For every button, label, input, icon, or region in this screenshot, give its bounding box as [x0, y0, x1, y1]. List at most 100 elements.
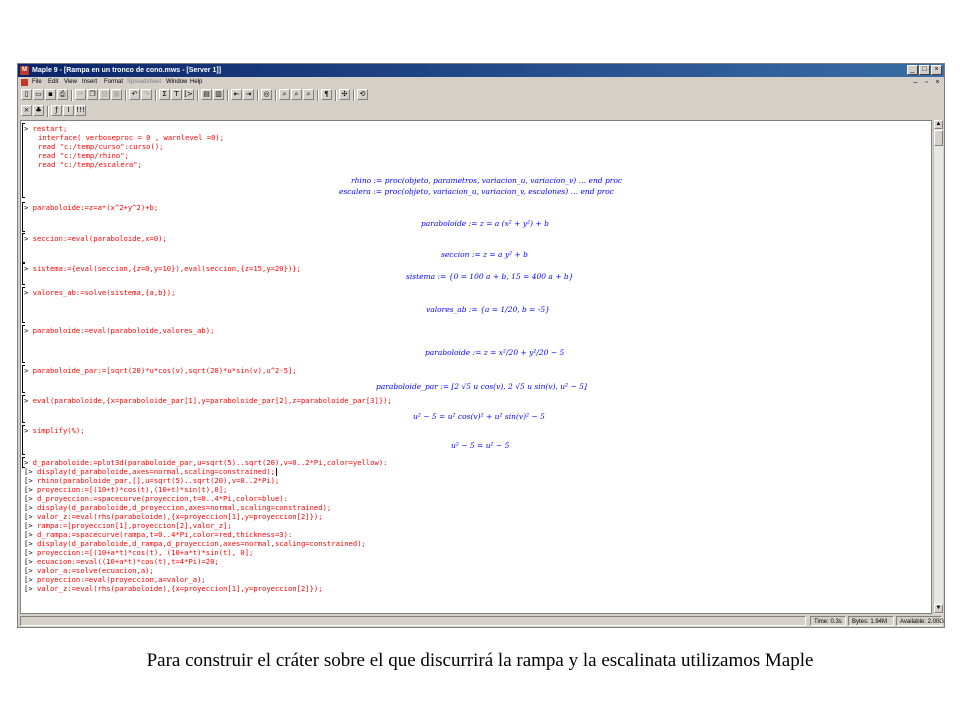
- input-line[interactable]: > paraboloide:=eval(paraboloide,valores_…: [24, 326, 214, 335]
- insert-icon[interactable]: ▤: [201, 89, 212, 100]
- input-line[interactable]: [> display(d_paraboloide,axes=normal,sca…: [24, 467, 277, 476]
- input-line[interactable]: read "c:/temp/rhino";: [38, 151, 129, 160]
- maple-leaf-icon[interactable]: M: [20, 66, 29, 75]
- menu-edit[interactable]: Edit: [48, 77, 58, 88]
- menu-spreadsheet[interactable]: Spreadsheet: [127, 77, 161, 88]
- output-paraboloide: paraboloide := z = a (x² + y²) + b: [421, 219, 549, 228]
- open-icon[interactable]: ▭: [33, 89, 44, 100]
- input-line[interactable]: > paraboloide_par:=[sqrt(20)*u*cos(v),sq…: [24, 366, 297, 375]
- pilcrow-icon[interactable]: ¶: [321, 89, 332, 100]
- expand-icon[interactable]: ✣: [339, 89, 350, 100]
- save-icon[interactable]: ▪: [45, 89, 56, 100]
- stop-icon[interactable]: ◎: [261, 89, 272, 100]
- menu-view[interactable]: View: [64, 77, 77, 88]
- input-line[interactable]: [> d_proyeccion:=spacecurve(proyeccion,t…: [24, 494, 288, 503]
- input-line[interactable]: read "c:/temp/curso":curso();: [38, 142, 164, 151]
- paste-special-icon[interactable]: ▦: [111, 89, 122, 100]
- doc-restore-icon[interactable]: ▫: [922, 78, 931, 87]
- bracket-icon[interactable]: [>: [183, 89, 194, 100]
- title-bar: M Maple 9 - [Rampa en un tronco de cono.…: [18, 64, 944, 77]
- status-bytes: Bytes: 1.94M: [848, 616, 894, 626]
- output-eval: u² − 5 = u² cos(v)² + u² sin(v)² − 5: [413, 412, 545, 421]
- menu-insert[interactable]: Insert: [82, 77, 97, 88]
- undo-icon[interactable]: ↶: [129, 89, 140, 100]
- close-button[interactable]: ×: [931, 65, 942, 75]
- input-line[interactable]: [> valor_z:=eval(rhs(paraboloide),{x=pro…: [24, 584, 323, 593]
- status-time: Time: 0.3s: [810, 616, 846, 626]
- status-bar: Time: 0.3s Bytes: 1.94M Available: 2.00G: [18, 615, 944, 627]
- new-file-icon[interactable]: ▯: [21, 89, 32, 100]
- scroll-down-icon[interactable]: ▼: [934, 604, 943, 613]
- menu-help[interactable]: Help: [190, 77, 202, 88]
- f-x-icon[interactable]: ƒ: [51, 105, 62, 116]
- input-line[interactable]: [> proyeccion:=[(10+a*t)*cos(t), (10+a*t…: [24, 548, 253, 557]
- menu-format[interactable]: Format: [104, 77, 123, 88]
- input-line[interactable]: interface( verboseproc = 0 , warnlevel =…: [38, 133, 224, 142]
- input-line[interactable]: [> ecuacion:=eval((10+a*t)*cos(t),t=4*Pi…: [24, 557, 219, 566]
- output-paraboloide-eval: paraboloide := z = x²/20 + y²/20 − 5: [425, 348, 565, 357]
- document-icon[interactable]: [21, 79, 28, 86]
- outdent-icon[interactable]: ⇤: [231, 89, 242, 100]
- minimize-button[interactable]: _: [907, 65, 918, 75]
- zoom-400-icon[interactable]: ⌕: [303, 89, 314, 100]
- output-simplify: u² − 5 = u² − 5: [451, 441, 510, 450]
- status-available: Available: 2.00G: [896, 616, 944, 626]
- context-toolbar: × ♣ ƒ I !!!: [18, 104, 944, 119]
- input-line[interactable]: > simplify(%);: [24, 426, 85, 435]
- output-escalera: escalera := proc(objeto, variacion_u, va…: [339, 187, 615, 196]
- input-line[interactable]: > sistema:={eval(seccion,{z=0,y=10}),eva…: [24, 264, 301, 273]
- doc-close-icon[interactable]: ×: [933, 78, 942, 87]
- zoom-200-icon[interactable]: ⌕: [291, 89, 302, 100]
- slide-caption: Para construir el cráter sobre el que di…: [146, 650, 814, 671]
- main-toolbar: ▯ ▭ ▪ ⎙ ✂ ❐ ▤ ▦ ↶ ↷ Σ T [> ▤ ▥ ⇤ ⇥ ◎ ⌕ ⌕…: [18, 88, 944, 103]
- input-line[interactable]: read "c:/temp/escalera";: [38, 160, 142, 169]
- text-T-icon[interactable]: T: [171, 89, 182, 100]
- input-line[interactable]: [> proyeccion:=[(10+t)*cos(t),(10+t)*sin…: [24, 485, 227, 494]
- output-paraboloide-par: paraboloide_par := [2 √5 u cos(v), 2 √5 …: [376, 382, 587, 391]
- input-line[interactable]: > d_paraboloide:=plot3d(paraboloide_par,…: [24, 458, 388, 467]
- input-line[interactable]: [> rhino(paraboloide_par,[],u=sqrt(5)..s…: [24, 476, 279, 485]
- expand-section-icon[interactable]: ⇥: [243, 89, 254, 100]
- cut-icon[interactable]: ✂: [75, 89, 86, 100]
- window-title: Maple 9 - [Rampa en un tronco de cono.mw…: [32, 67, 222, 74]
- input-line[interactable]: > eval(paraboloide,{x=paraboloide_par[1]…: [24, 396, 392, 405]
- output-seccion: seccion := z = a y² + b: [441, 250, 528, 259]
- close-icon[interactable]: ×: [21, 105, 32, 116]
- sigma-icon[interactable]: Σ: [159, 89, 170, 100]
- input-line[interactable]: [> rampa:=[proyeccion[1],proyeccion[2],v…: [24, 521, 232, 530]
- menu-file[interactable]: File: [32, 77, 42, 88]
- vertical-scrollbar[interactable]: ▲ ▼: [933, 120, 943, 614]
- input-line[interactable]: > seccion:=eval(paraboloide,x=0);: [24, 234, 167, 243]
- scroll-thumb[interactable]: [934, 130, 943, 146]
- output-sistema: sistema := {0 = 100 a + b, 15 = 400 a + …: [406, 272, 574, 281]
- copy-icon[interactable]: ❐: [87, 89, 98, 100]
- status-message: [20, 616, 806, 626]
- text-cursor: [275, 468, 277, 476]
- input-line[interactable]: > valores_ab:=solve(sistema,{a,b});: [24, 288, 175, 297]
- maple-window: M Maple 9 - [Rampa en un tronco de cono.…: [17, 63, 945, 628]
- maximize-button[interactable]: □: [919, 65, 930, 75]
- indent-icon[interactable]: ▥: [213, 89, 224, 100]
- input-line[interactable]: > restart;: [24, 124, 67, 133]
- worksheet[interactable]: > restart; interface( verboseproc = 0 , …: [20, 120, 932, 614]
- menu-bar: File Edit View Insert Format Spreadsheet…: [18, 77, 944, 88]
- input-line[interactable]: [> valor_z:=eval(rhs(paraboloide),{x=pro…: [24, 512, 323, 521]
- print-icon[interactable]: ⎙: [57, 89, 68, 100]
- redo-icon[interactable]: ↷: [141, 89, 152, 100]
- input-line[interactable]: [> display(d_paraboloide,d_rampa,d_proye…: [24, 539, 366, 548]
- scroll-up-icon[interactable]: ▲: [934, 120, 943, 129]
- input-line[interactable]: [> proyeccion:=eval(proyeccion,a=valor_a…: [24, 575, 206, 584]
- italic-icon[interactable]: I: [63, 105, 74, 116]
- doc-minimize-icon[interactable]: –: [911, 78, 920, 87]
- input-line[interactable]: [> display(d_paraboloide,d_proyeccion,ax…: [24, 503, 331, 512]
- input-line[interactable]: [> valor_a:=solve(ecuacion,a);: [24, 566, 154, 575]
- paste-icon[interactable]: ▤: [99, 89, 110, 100]
- input-line[interactable]: [> d_rampa:=spacecurve(rampa,t=0..4*Pi,c…: [24, 530, 292, 539]
- zoom-100-icon[interactable]: ⌕: [279, 89, 290, 100]
- output-valores-ab: valores_ab := {a = 1/20, b = -5}: [426, 305, 550, 314]
- leaf-icon[interactable]: ♣: [33, 105, 44, 116]
- execute-icon[interactable]: !!!: [75, 105, 86, 116]
- restart-icon[interactable]: ⟲: [357, 89, 368, 100]
- input-line[interactable]: > paraboloide:=z=a*(x^2+y^2)+b;: [24, 203, 158, 212]
- menu-window[interactable]: Window: [166, 77, 187, 88]
